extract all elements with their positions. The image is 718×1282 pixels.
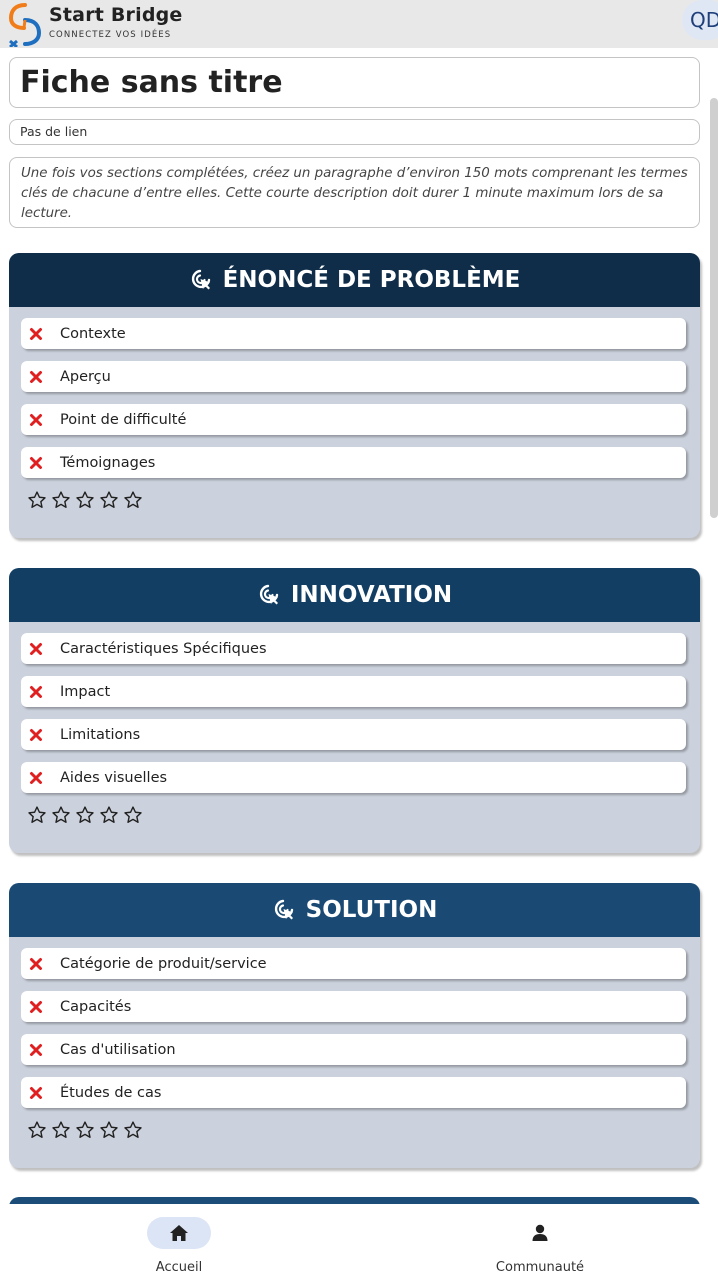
x-icon bbox=[29, 1043, 60, 1057]
star-outline-icon[interactable] bbox=[75, 805, 95, 825]
star-outline-icon[interactable] bbox=[99, 490, 119, 510]
star-outline-icon[interactable] bbox=[123, 490, 143, 510]
cursor-click-icon bbox=[272, 898, 306, 922]
section-item[interactable]: Aides visuelles bbox=[21, 762, 686, 793]
home-icon bbox=[170, 1225, 188, 1241]
rating-stars bbox=[27, 805, 686, 825]
section-item-label: Contexte bbox=[60, 325, 126, 342]
section-item[interactable]: Caractéristiques Spécifiques bbox=[21, 633, 686, 664]
section-title: SOLUTION bbox=[305, 897, 438, 923]
star-outline-icon[interactable] bbox=[99, 805, 119, 825]
section-item-label: Témoignages bbox=[60, 454, 156, 471]
section-item[interactable]: Aperçu bbox=[21, 361, 686, 392]
star-outline-icon[interactable] bbox=[99, 1120, 119, 1140]
section-card: ÉNONCÉ DE PROBLÈME Contexte Aperçu Point… bbox=[9, 253, 700, 538]
logo-icon[interactable] bbox=[7, 1, 43, 47]
sheet-title-field[interactable]: Fiche sans titre bbox=[9, 57, 700, 108]
bottom-nav: Accueil Communauté bbox=[0, 1204, 718, 1282]
star-outline-icon[interactable] bbox=[51, 1120, 71, 1140]
star-outline-icon[interactable] bbox=[123, 805, 143, 825]
sheet-description-field[interactable]: Une fois vos sections complétées, créez … bbox=[9, 157, 700, 228]
section-item[interactable]: Capacités bbox=[21, 991, 686, 1022]
section-title: INNOVATION bbox=[290, 582, 453, 608]
x-icon bbox=[29, 771, 60, 785]
section-header[interactable]: INNOVATION bbox=[9, 568, 700, 622]
star-outline-icon[interactable] bbox=[27, 1120, 47, 1140]
section-item[interactable]: Point de difficulté bbox=[21, 404, 686, 435]
section-item-label: Catégorie de produit/service bbox=[60, 955, 267, 972]
scrollbar-thumb[interactable] bbox=[710, 98, 718, 518]
star-outline-icon[interactable] bbox=[27, 490, 47, 510]
star-outline-icon[interactable] bbox=[75, 1120, 95, 1140]
star-outline-icon[interactable] bbox=[75, 490, 95, 510]
nav-pill-home bbox=[147, 1217, 211, 1249]
section-item[interactable]: Impact bbox=[21, 676, 686, 707]
x-icon bbox=[29, 642, 60, 656]
section-item[interactable]: Cas d'utilisation bbox=[21, 1034, 686, 1065]
section-item[interactable]: Contexte bbox=[21, 318, 686, 349]
user-avatar[interactable]: QD bbox=[682, 0, 718, 40]
x-icon bbox=[29, 456, 60, 470]
nav-item-community[interactable]: Communauté bbox=[460, 1217, 620, 1277]
app-header: Start Bridge CONNECTEZ VOS IDÉES QD bbox=[0, 0, 718, 48]
x-icon bbox=[29, 327, 60, 341]
section-item-label: Capacités bbox=[60, 998, 132, 1015]
section-header[interactable]: ÉNONCÉ DE PROBLÈME bbox=[9, 253, 700, 307]
rating-stars bbox=[27, 490, 686, 510]
section-item-label: Aperçu bbox=[60, 368, 111, 385]
section-header[interactable]: SOLUTION bbox=[9, 883, 700, 937]
nav-label-home: Accueil bbox=[155, 1260, 203, 1275]
section-item[interactable]: Études de cas bbox=[21, 1077, 686, 1108]
logo-name: Start Bridge bbox=[49, 4, 183, 26]
section-item[interactable]: Témoignages bbox=[21, 447, 686, 478]
section-item-label: Impact bbox=[60, 683, 111, 700]
rating-stars bbox=[27, 1120, 686, 1140]
section-card: INNOVATION Caractéristiques Spécifiques … bbox=[9, 568, 700, 853]
user-icon bbox=[532, 1224, 548, 1241]
section-card: SOLUTION Catégorie de produit/service Ca… bbox=[9, 883, 700, 1168]
star-outline-icon[interactable] bbox=[51, 490, 71, 510]
section-item-label: Point de difficulté bbox=[60, 411, 187, 428]
x-icon bbox=[29, 370, 60, 384]
x-icon bbox=[29, 728, 60, 742]
x-icon bbox=[29, 1000, 60, 1014]
section-item-label: Limitations bbox=[60, 726, 141, 743]
x-icon bbox=[29, 413, 60, 427]
x-icon bbox=[29, 1086, 60, 1100]
section-item-label: Caractéristiques Spécifiques bbox=[60, 640, 267, 657]
x-icon bbox=[29, 957, 60, 971]
nav-label-community: Communauté bbox=[495, 1260, 585, 1275]
nav-pill-community bbox=[508, 1217, 572, 1249]
section-item[interactable]: Limitations bbox=[21, 719, 686, 750]
sheet-link-field[interactable]: Pas de lien bbox=[9, 119, 700, 145]
logo-tagline: CONNECTEZ VOS IDÉES bbox=[49, 30, 172, 40]
section-item-label: Études de cas bbox=[60, 1084, 162, 1101]
star-outline-icon[interactable] bbox=[123, 1120, 143, 1140]
star-outline-icon[interactable] bbox=[51, 805, 71, 825]
section-item-label: Aides visuelles bbox=[60, 769, 168, 786]
x-icon bbox=[29, 685, 60, 699]
cursor-click-icon bbox=[257, 583, 291, 607]
star-outline-icon[interactable] bbox=[27, 805, 47, 825]
section-title: ÉNONCÉ DE PROBLÈME bbox=[222, 267, 521, 293]
section-item[interactable]: Catégorie de produit/service bbox=[21, 948, 686, 979]
section-item-label: Cas d'utilisation bbox=[60, 1041, 176, 1058]
nav-item-home[interactable]: Accueil bbox=[99, 1217, 259, 1277]
cursor-click-icon bbox=[189, 268, 223, 292]
